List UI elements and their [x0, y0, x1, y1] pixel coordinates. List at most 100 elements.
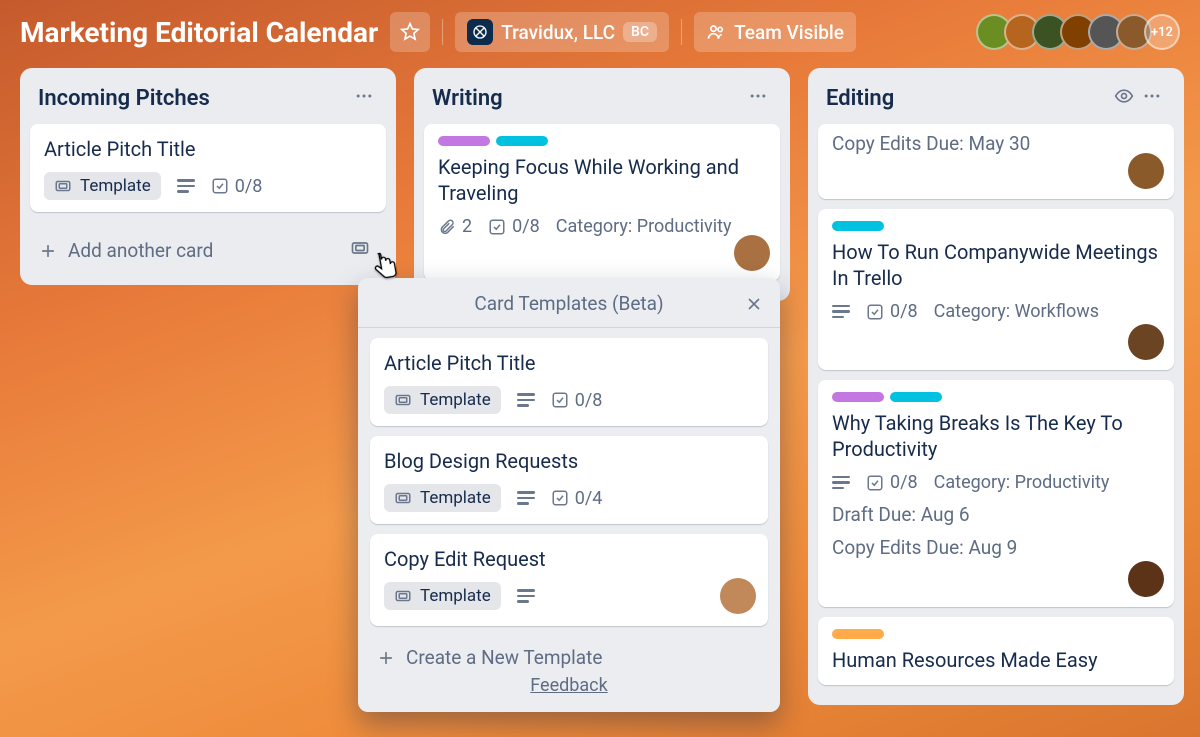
list-menu-button[interactable]: [744, 82, 772, 114]
card-labels: [438, 136, 766, 146]
checklist-icon: [551, 489, 569, 507]
divider: [681, 19, 682, 45]
checklist-icon: [866, 303, 884, 321]
description-badge: [517, 491, 535, 505]
card-title: How To Run Companywide Meetings In Trell…: [832, 239, 1160, 291]
category-badge: Category: Workflows: [934, 301, 1099, 322]
label-orange[interactable]: [832, 629, 884, 639]
card-member-avatar[interactable]: [1128, 324, 1164, 360]
visibility-button[interactable]: Team Visible: [694, 12, 856, 52]
card[interactable]: Copy Edits Due: May 30: [818, 124, 1174, 199]
checklist-count: 0/8: [512, 216, 540, 237]
checklist-count: 0/8: [235, 176, 263, 197]
checklist-badge: 0/4: [551, 488, 603, 509]
label-cyan[interactable]: [890, 392, 942, 402]
card-title: Article Pitch Title: [384, 350, 754, 376]
description-badge: [177, 179, 195, 193]
card-member-avatar[interactable]: [734, 235, 770, 271]
team-icon: [706, 22, 726, 42]
board-members[interactable]: +12: [976, 14, 1180, 50]
template-icon: [394, 391, 412, 409]
popover-body: Article Pitch Title Template 0/8 Blog De…: [358, 328, 780, 640]
workspace-name: Travidux, LLC: [501, 21, 615, 44]
card-labels: [832, 392, 1160, 402]
template-item[interactable]: Article Pitch Title Template 0/8: [370, 338, 768, 426]
more-members-button[interactable]: +12: [1144, 14, 1180, 50]
popover-close-button[interactable]: [738, 288, 770, 325]
description-badge: [832, 305, 850, 319]
plus-icon: [376, 648, 396, 668]
description-icon: [517, 491, 535, 505]
card[interactable]: Human Resources Made Easy: [818, 617, 1174, 685]
description-icon: [517, 589, 535, 603]
card-template-button[interactable]: [342, 232, 378, 269]
template-icon: [350, 238, 370, 258]
copy-due-badge: Copy Edits Due: Aug 9: [832, 536, 1160, 559]
list-writing: Writing Keeping Focus While Working and …: [414, 68, 790, 301]
category-badge: Category: Productivity: [556, 216, 732, 237]
board-title[interactable]: Marketing Editorial Calendar: [20, 16, 378, 49]
plus-icon: [38, 241, 58, 261]
card-title: Human Resources Made Easy: [832, 647, 1160, 673]
create-template-button[interactable]: Create a New Template: [370, 646, 602, 669]
card-labels: [832, 221, 1160, 231]
workspace-button[interactable]: Travidux, LLC BC: [455, 12, 669, 52]
list-title[interactable]: Editing: [826, 86, 1110, 111]
template-icon: [394, 489, 412, 507]
card[interactable]: How To Run Companywide Meetings In Trell…: [818, 209, 1174, 370]
template-label: Template: [420, 586, 491, 606]
checklist-count: 0/4: [575, 488, 603, 509]
template-badge: Template: [384, 582, 501, 610]
eye-icon: [1114, 86, 1134, 106]
list-title[interactable]: Writing: [432, 86, 744, 111]
checklist-icon: [866, 474, 884, 492]
description-icon: [177, 179, 195, 193]
attachment-count: 2: [462, 216, 472, 237]
checklist-icon: [488, 218, 506, 236]
card[interactable]: Why Taking Breaks Is The Key To Producti…: [818, 380, 1174, 607]
description-badge: [517, 393, 535, 407]
template-badge: Template: [44, 172, 161, 200]
description-badge: [832, 476, 850, 490]
ellipsis-icon: [748, 86, 768, 106]
card-title: Why Taking Breaks Is The Key To Producti…: [832, 410, 1160, 462]
workspace-logo-icon: [467, 19, 493, 45]
card-templates-popover: Card Templates (Beta) Article Pitch Titl…: [358, 278, 780, 712]
card[interactable]: Article Pitch Title Template 0/8: [30, 124, 386, 212]
divider: [442, 19, 443, 45]
list-incoming-pitches: Incoming Pitches Article Pitch Title Tem…: [20, 68, 396, 285]
card-member-avatar[interactable]: [1128, 561, 1164, 597]
checklist-badge: 0/8: [866, 301, 918, 322]
label-purple[interactable]: [438, 136, 490, 146]
star-icon: [400, 22, 420, 42]
card[interactable]: Keeping Focus While Working and Travelin…: [424, 124, 780, 281]
description-icon: [832, 476, 850, 490]
list-title[interactable]: Incoming Pitches: [38, 86, 350, 111]
draft-due-badge: Draft Due: Aug 6: [832, 503, 1160, 526]
card-member-avatar[interactable]: [1128, 153, 1164, 189]
label-cyan[interactable]: [496, 136, 548, 146]
description-icon: [517, 393, 535, 407]
template-label: Template: [420, 390, 491, 410]
checklist-count: 0/8: [890, 472, 918, 493]
list-menu-button[interactable]: [350, 82, 378, 114]
card-title: Article Pitch Title: [44, 136, 372, 162]
template-item[interactable]: Blog Design Requests Template 0/4: [370, 436, 768, 524]
popover-title: Card Templates (Beta): [474, 292, 663, 315]
checklist-icon: [551, 391, 569, 409]
template-item[interactable]: Copy Edit Request Template: [370, 534, 768, 626]
label-cyan[interactable]: [832, 221, 884, 231]
checklist-badge: 0/8: [211, 176, 263, 197]
add-card-button[interactable]: Add another card: [30, 222, 386, 275]
feedback-link[interactable]: Feedback: [530, 675, 607, 696]
template-label: Template: [420, 488, 491, 508]
ellipsis-icon: [354, 86, 374, 106]
close-icon: [744, 294, 764, 314]
popover-header: Card Templates (Beta): [358, 278, 780, 328]
card-member-avatar[interactable]: [720, 578, 756, 614]
star-button[interactable]: [390, 12, 430, 52]
workspace-plan-badge: BC: [623, 22, 657, 42]
list-menu-button[interactable]: [1138, 82, 1166, 114]
watch-indicator[interactable]: [1110, 82, 1138, 114]
label-purple[interactable]: [832, 392, 884, 402]
